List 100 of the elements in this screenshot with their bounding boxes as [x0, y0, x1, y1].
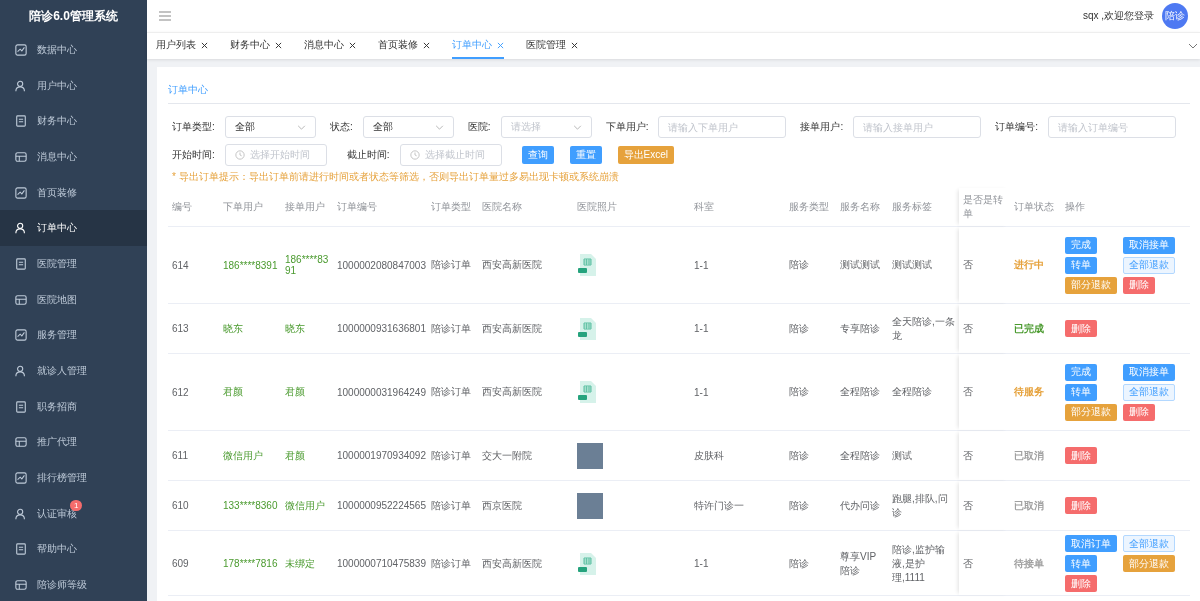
page-tab[interactable]: 首页装修 [378, 33, 430, 59]
table-cell: 否 [963, 498, 973, 513]
column-header: 接单用户 [285, 200, 325, 214]
close-icon[interactable] [423, 41, 430, 49]
close-icon[interactable] [275, 41, 282, 49]
close-icon[interactable] [349, 41, 356, 49]
chevron-down-icon[interactable] [1188, 43, 1198, 49]
sidebar-item[interactable]: 订单中心 [0, 210, 147, 247]
action-button[interactable]: 删除 [1065, 320, 1097, 337]
filter-label: 医院: [467, 120, 491, 134]
menu-item-icon [15, 186, 27, 199]
order-status: 已取消 [1014, 448, 1044, 463]
sidebar-item[interactable]: 用户中心 [0, 67, 147, 104]
filter-button[interactable]: 查询 [521, 146, 554, 164]
photo-placeholder [577, 442, 603, 469]
sidebar-item[interactable]: 数据中心 [0, 32, 147, 68]
column-header: 医院照片 [577, 200, 617, 214]
column-header: 服务名称 [840, 200, 880, 214]
sidebar-item[interactable]: 服务管理 [0, 317, 147, 354]
user-link[interactable]: 君颜 [285, 448, 305, 463]
order-status: 进行中 [1014, 258, 1044, 272]
menu-item-icon [15, 436, 27, 449]
user-link[interactable]: 178****7816 [223, 558, 278, 569]
action-button[interactable]: 取消接单 [1123, 236, 1175, 254]
table-cell: 陪诊订单 [431, 448, 471, 463]
table-cell: 1-1 [694, 558, 709, 569]
table-cell: 陪诊 [789, 448, 809, 463]
table-cell: 1000000931636801 [337, 323, 426, 334]
menu-item-icon [15, 293, 27, 306]
user-link[interactable]: 186****8391 [285, 254, 329, 276]
action-button[interactable]: 取消订单 [1065, 535, 1117, 552]
page-tab[interactable]: 用户列表 [156, 33, 208, 59]
action-button[interactable]: 部分退款 [1065, 403, 1117, 421]
page-tab[interactable]: 财务中心 [230, 33, 282, 59]
action-button[interactable]: 全部退款 [1123, 383, 1175, 401]
action-button[interactable]: 删除 [1123, 403, 1155, 421]
user-link[interactable]: 微信用户 [223, 448, 263, 463]
page-tab[interactable]: 消息中心 [304, 33, 356, 59]
action-button[interactable]: 转单 [1065, 256, 1097, 274]
sidebar-item[interactable]: 职务招商 [0, 388, 147, 425]
sidebar-item[interactable]: 财务中心 [0, 103, 147, 140]
user-link[interactable]: 晓东 [285, 321, 305, 336]
spreadsheet-file-icon [577, 254, 597, 276]
select-field[interactable]: 全部 [362, 116, 454, 138]
sidebar-item[interactable]: 医院地图 [0, 281, 147, 318]
table-cell: 陪诊订单 [431, 385, 471, 399]
sidebar-item[interactable]: 就诊人管理 [0, 353, 147, 389]
user-avatar[interactable]: 陪诊 [1162, 3, 1188, 29]
table-cell: 614 [172, 259, 189, 271]
action-button[interactable]: 完成 [1065, 236, 1097, 254]
action-button[interactable]: 部分退款 [1065, 276, 1117, 294]
table-cell: 西安高新医院 [482, 258, 542, 272]
table-cell: 专享陪诊 [840, 321, 880, 336]
sidebar-item[interactable]: 推广代理 [0, 424, 147, 461]
action-button[interactable]: 全部退款 [1123, 256, 1175, 274]
user-link[interactable]: 未绑定 [285, 556, 315, 571]
table-cell: 陪诊 [789, 556, 809, 571]
action-button[interactable]: 转单 [1065, 383, 1097, 401]
sidebar-item[interactable]: 排行榜管理 [0, 460, 147, 496]
user-link[interactable]: 君颜 [285, 385, 305, 399]
close-icon[interactable] [571, 41, 578, 49]
page-tab[interactable]: 订单中心 [452, 33, 504, 59]
table-cell: 陪诊订单 [431, 498, 471, 513]
user-link[interactable]: 133****8360 [223, 500, 278, 511]
user-link[interactable]: 君颜 [223, 385, 243, 399]
action-button[interactable]: 取消接单 [1123, 363, 1175, 381]
close-icon[interactable] [201, 41, 208, 49]
action-button[interactable]: 转单 [1065, 555, 1097, 572]
sidebar-item[interactable]: 消息中心 [0, 139, 147, 175]
select-field[interactable]: 全部 [224, 116, 316, 138]
sidebar-item[interactable]: 帮助中心 [0, 531, 147, 568]
user-link[interactable]: 微信用户 [285, 498, 325, 513]
table-cell: 1-1 [694, 386, 709, 398]
action-button[interactable]: 删除 [1065, 447, 1097, 464]
action-button[interactable]: 全部退款 [1123, 535, 1175, 552]
table-cell: 1-1 [694, 323, 709, 334]
table-cell: 陪诊订单 [431, 556, 471, 571]
user-link[interactable]: 186****8391 [223, 259, 278, 271]
order-status: 已取消 [1014, 498, 1044, 513]
action-button[interactable]: 删除 [1065, 575, 1097, 592]
sidebar-item[interactable]: 陪诊师等级 [0, 567, 147, 601]
column-header: 订单编号 [337, 200, 377, 214]
table-cell-text: 陪诊,监护输液,是护理,1111 [892, 542, 946, 585]
filter-button[interactable]: 重置 [569, 146, 602, 164]
sidebar-item[interactable]: 首页装修 [0, 174, 147, 211]
action-button[interactable]: 完成 [1065, 363, 1097, 381]
page-tab[interactable]: 医院管理 [526, 33, 578, 59]
user-link[interactable]: 晓东 [223, 321, 243, 336]
action-button[interactable]: 删除 [1123, 276, 1155, 294]
filter-button[interactable]: 导出Excel [617, 146, 674, 164]
column-header: 服务类型 [789, 200, 829, 214]
table-cell: 陪诊订单 [431, 258, 471, 272]
table-cell: 611 [172, 450, 188, 461]
action-button[interactable]: 删除 [1065, 497, 1097, 514]
table-cell: 西京医院 [482, 498, 522, 513]
table-cell: 613 [172, 323, 189, 334]
action-button[interactable]: 部分退款 [1123, 555, 1175, 572]
sidebar-item[interactable]: 医院管理 [0, 246, 147, 282]
card-title: 订单中心 [168, 83, 208, 97]
sidebar-item[interactable]: 认证审核 1 [0, 495, 147, 532]
